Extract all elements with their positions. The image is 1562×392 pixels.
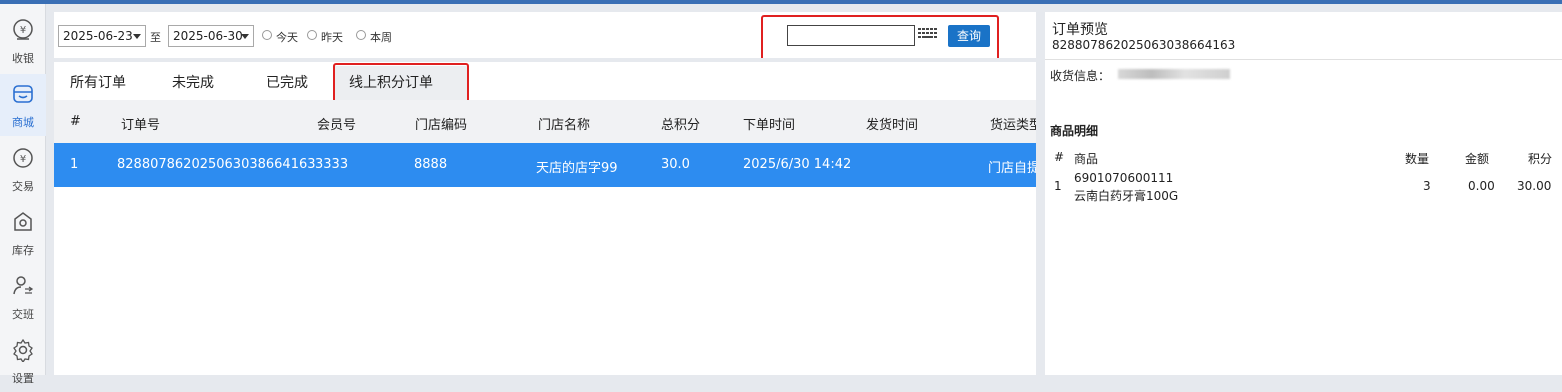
redacted-shipping-info (1118, 69, 1230, 79)
end-date-select[interactable]: 2025-06-30 (168, 25, 254, 47)
item-points: 30.00 (1517, 179, 1552, 193)
end-date-value: 2025-06-30 (173, 29, 243, 43)
shipping-info-label: 收货信息： (1050, 69, 1111, 83)
cell-shipping-type: 门店自提 (988, 161, 1036, 176)
nav-inventory-label: 库存 (12, 244, 34, 257)
sidebar: ¥ 收银 商城 ¥ 交易 库存 交班 设置 (0, 4, 46, 385)
preview-order-no: 828807862025063038664163 (1052, 38, 1236, 52)
item-code: 6901070600111 (1074, 171, 1174, 185)
radio-yesterday-label: 昨天 (321, 31, 343, 44)
cell-member-no: 3333 (315, 157, 349, 172)
cell-order-no: 828807862025063038664163 (117, 157, 316, 172)
cell-total-points: 30.0 (661, 157, 690, 172)
nav-shift-label: 交班 (12, 308, 34, 321)
yuan-icon: ¥ (13, 148, 33, 168)
shift-icon (13, 276, 34, 295)
radio-week[interactable] (356, 30, 366, 40)
nav-cashier-label: 收银 (12, 52, 34, 65)
item-col-index: # (1054, 150, 1065, 164)
to-label: 至 (150, 31, 161, 44)
cell-store-code: 8888 (414, 157, 448, 172)
col-index: # (70, 114, 81, 129)
col-ship-time: 发货时间 (866, 118, 919, 133)
order-list-panel: 2025-06-23 至 2025-06-30 今天 昨天 本周 查询 所有订单… (54, 12, 1036, 375)
tab-completed[interactable]: 已完成 (266, 72, 308, 92)
chevron-down-icon (241, 34, 249, 39)
col-shipping-type: 货运类型 (990, 118, 1036, 133)
table-header: # 订单号 会员号 门店编码 门店名称 总积分 下单时间 发货时间 货运类型 (54, 100, 1036, 143)
item-qty: 3 (1423, 179, 1431, 193)
svg-text:¥: ¥ (20, 25, 26, 36)
filter-bar: 2025-06-23 至 2025-06-30 今天 昨天 本周 查询 (54, 12, 1036, 62)
item-index: 1 (1054, 179, 1062, 193)
cell-index: 1 (70, 157, 79, 172)
nav-settings-label: 设置 (12, 372, 34, 385)
nav-store[interactable]: 商城 (0, 74, 46, 136)
nav-shift[interactable]: 交班 (0, 266, 46, 328)
tab-highlight-box (333, 63, 469, 104)
item-col-amount: 金额 (1465, 152, 1490, 166)
col-order-time: 下单时间 (743, 118, 796, 133)
item-col-points: 积分 (1528, 152, 1553, 166)
radio-today-label: 今天 (276, 31, 298, 44)
nav-settings[interactable]: 设置 (0, 330, 46, 392)
search-highlight-box (761, 15, 999, 62)
item-col-qty: 数量 (1405, 152, 1430, 166)
nav-trade-label: 交易 (12, 180, 34, 193)
cashier-icon: ¥ (13, 19, 33, 40)
radio-week-label: 本周 (370, 31, 392, 44)
order-tabs: 所有订单 未完成 已完成 线上积分订单 (54, 58, 1036, 104)
cell-order-time: 2025/6/30 14:42 (743, 157, 852, 172)
item-col-product: 商品 (1074, 152, 1099, 166)
nav-store-label: 商城 (12, 116, 34, 129)
top-accent-bar (0, 0, 1562, 4)
item-name: 云南白药牙膏100G (1074, 189, 1179, 203)
gear-icon (13, 338, 33, 362)
table-row[interactable]: 1 828807862025063038664163 3333 8888 天店的… (54, 143, 1036, 187)
divider (1045, 59, 1562, 60)
store-icon (13, 85, 33, 103)
item-amount: 0.00 (1468, 179, 1495, 193)
col-store-name: 门店名称 (538, 118, 591, 133)
tab-all-orders[interactable]: 所有订单 (70, 72, 126, 92)
nav-trade[interactable]: ¥ 交易 (0, 138, 46, 200)
radio-yesterday[interactable] (307, 30, 317, 40)
col-total-points: 总积分 (661, 118, 701, 133)
radio-today[interactable] (262, 30, 272, 40)
cell-store-name: 天店的店字99 (536, 161, 618, 176)
items-section-title: 商品明细 (1050, 124, 1099, 138)
col-order-no: 订单号 (121, 118, 161, 133)
col-member-no: 会员号 (317, 118, 357, 133)
tab-incomplete[interactable]: 未完成 (172, 72, 214, 92)
chevron-down-icon (133, 34, 141, 39)
start-date-select[interactable]: 2025-06-23 (58, 25, 146, 47)
start-date-value: 2025-06-23 (63, 29, 133, 43)
inventory-icon (14, 212, 32, 231)
svg-text:¥: ¥ (20, 154, 26, 165)
col-store-code: 门店编码 (415, 118, 468, 133)
nav-inventory[interactable]: 库存 (0, 202, 46, 264)
nav-cashier[interactable]: ¥ 收银 (0, 10, 46, 72)
preview-title: 订单预览 (1052, 22, 1108, 38)
order-preview-panel: 订单预览 828807862025063038664163 收货信息： 商品明细… (1045, 12, 1562, 375)
